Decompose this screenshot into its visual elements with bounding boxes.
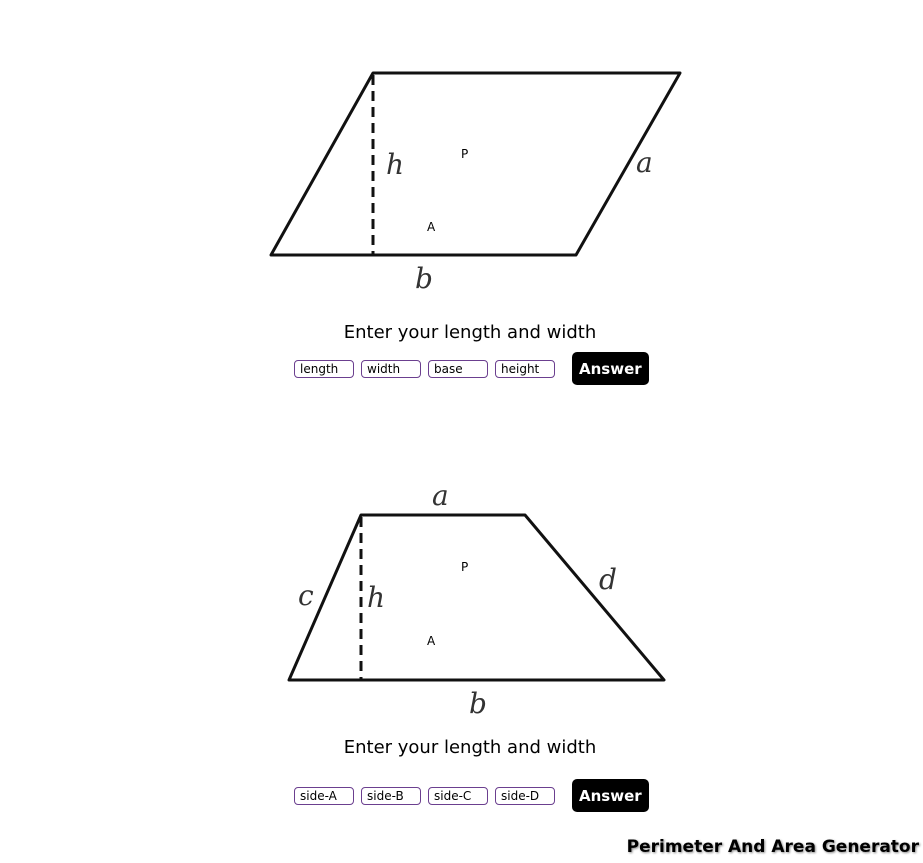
trapezoid-input-row: Answer [294, 779, 649, 812]
parallelogram-perimeter-marker: P [461, 147, 469, 161]
side-a-input[interactable] [294, 786, 354, 805]
parallelogram-input-row: Answer [294, 352, 649, 385]
trapezoid-label-c: c [298, 579, 314, 612]
parallelogram-prompt: Enter your length and width [343, 322, 597, 343]
trapezoid-outline [287, 513, 666, 682]
trapezoid-diagram: a c h d b [287, 479, 666, 720]
trapezoid-perimeter-marker: P [461, 560, 469, 574]
footer-title: Perimeter And Area Generator [626, 837, 919, 857]
trapezoid-figure: a c h d b [270, 478, 680, 723]
parallelogram-outline [269, 71, 682, 257]
trapezoid-area-marker: A [427, 634, 436, 648]
parallelogram-label-h: h [386, 148, 404, 181]
height-input[interactable] [495, 359, 555, 378]
page: h a b P A Enter your length and width An… [0, 0, 923, 863]
side-d-input[interactable] [495, 786, 555, 805]
trapezoid-label-a: a [432, 479, 449, 512]
trapezoid-label-b: b [469, 687, 487, 720]
parallelogram-label-b: b [415, 262, 433, 295]
trapezoid-prompt: Enter your length and width [343, 737, 597, 758]
parallelogram-area-marker: A [427, 220, 436, 234]
trapezoid-label-d: d [599, 563, 617, 596]
length-input[interactable] [294, 359, 354, 378]
trapezoid-label-h: h [367, 581, 385, 614]
base-input[interactable] [428, 359, 488, 378]
side-b-input[interactable] [361, 786, 421, 805]
trapezoid-answer-button[interactable]: Answer [572, 779, 649, 812]
parallelogram-answer-button[interactable]: Answer [572, 352, 649, 385]
parallelogram-figure: h a b [260, 60, 690, 300]
width-input[interactable] [361, 359, 421, 378]
side-c-input[interactable] [428, 786, 488, 805]
parallelogram-label-a: a [636, 146, 653, 179]
parallelogram-diagram: h a b [269, 71, 682, 295]
